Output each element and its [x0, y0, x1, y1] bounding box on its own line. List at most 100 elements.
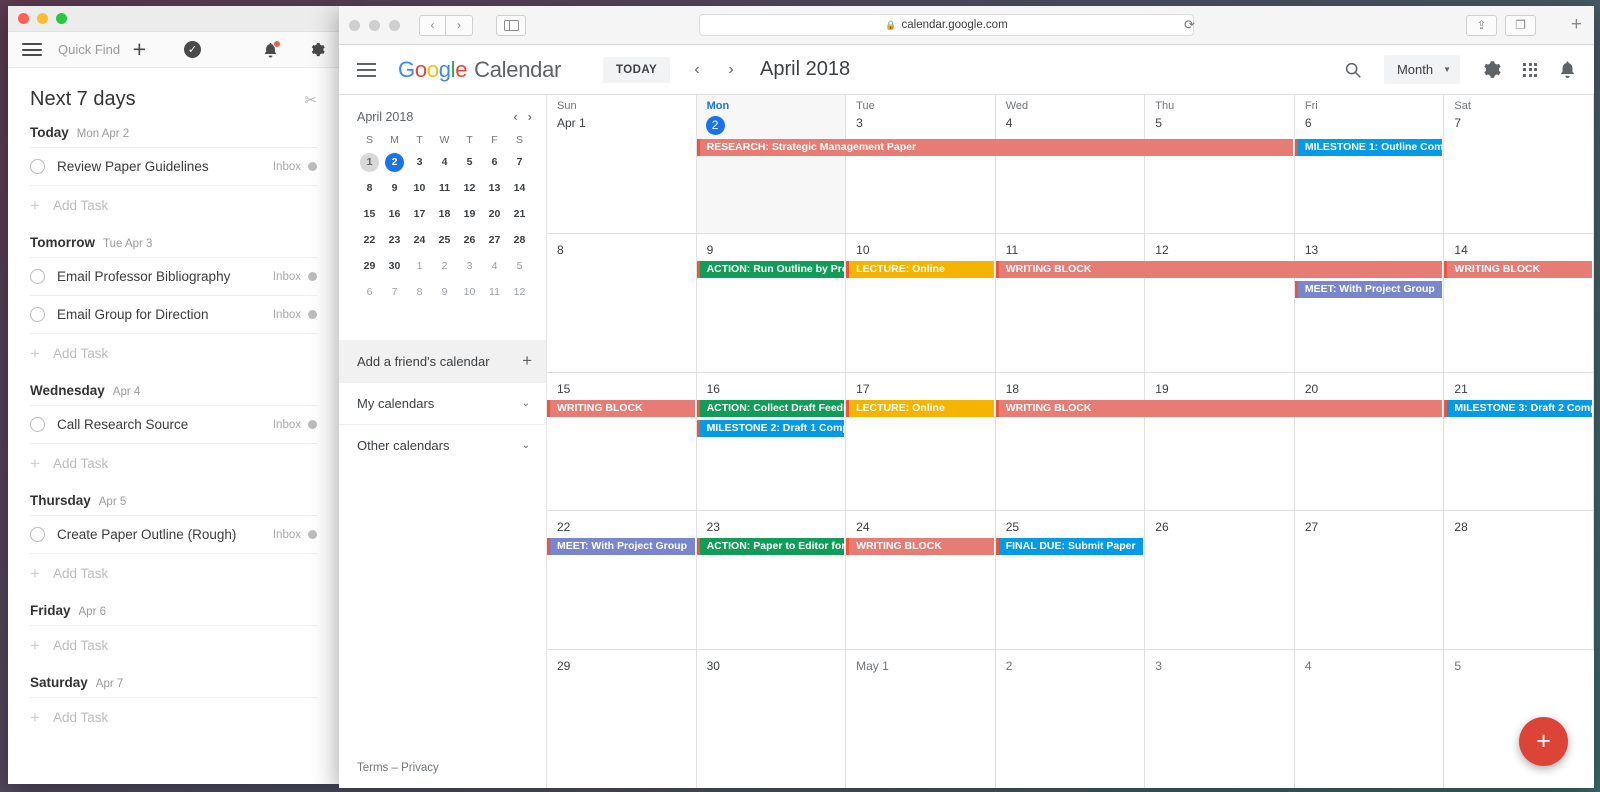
mini-calendar-day[interactable]: 6: [485, 153, 504, 172]
calendar-day-cell[interactable]: 16: [697, 372, 847, 511]
plus-icon[interactable]: +: [522, 351, 532, 371]
calendar-day-cell[interactable]: 27: [1295, 511, 1445, 650]
calendar-day-cell[interactable]: 4: [1295, 650, 1445, 788]
mini-calendar-day[interactable]: 28: [510, 231, 529, 250]
calendar-day-number[interactable]: 24: [846, 520, 869, 534]
add-task-button[interactable]: + Add Task: [30, 553, 317, 593]
chevron-down-icon[interactable]: ⌄: [522, 440, 530, 451]
hamburger-icon[interactable]: [357, 59, 376, 81]
mini-calendar-day[interactable]: 3: [410, 153, 429, 172]
calendar-day-number[interactable]: 12: [1145, 243, 1168, 257]
task-complete-checkbox[interactable]: [30, 417, 45, 432]
mini-calendar-prev-button[interactable]: ‹: [513, 109, 517, 124]
calendar-day-cell[interactable]: 11: [996, 233, 1146, 372]
calendar-day-number[interactable]: 8: [547, 243, 564, 257]
chevron-down-icon[interactable]: ⌄: [522, 398, 530, 409]
mini-calendar-day[interactable]: 5: [510, 257, 529, 276]
calendar-day-number[interactable]: May 1: [846, 659, 889, 673]
calendar-day-cell[interactable]: Fri 6: [1295, 95, 1445, 233]
calendar-event[interactable]: MEET: With Project Group: [1294, 280, 1443, 298]
task-row[interactable]: Review Paper Guidelines Inbox: [30, 147, 317, 185]
window-maximize-button[interactable]: [56, 13, 67, 24]
calendar-day-cell[interactable]: Wed 4: [996, 95, 1146, 233]
mini-calendar-day[interactable]: 27: [485, 231, 504, 250]
calendar-day-cell[interactable]: 24: [846, 511, 996, 650]
tools-icon[interactable]: ✂: [304, 91, 317, 109]
calendar-day-cell[interactable]: 8: [547, 233, 697, 372]
calendar-day-number[interactable]: 25: [996, 520, 1019, 534]
search-icon[interactable]: [1344, 61, 1362, 79]
mini-calendar-day[interactable]: 10: [460, 283, 479, 302]
mini-calendar-day[interactable]: 12: [510, 283, 529, 302]
calendar-event[interactable]: WRITING BLOCK: [846, 538, 994, 556]
calendar-day-cell[interactable]: 19: [1145, 372, 1295, 511]
calendar-event[interactable]: ACTION: Collect Draft Feedback: [696, 399, 845, 417]
calendar-day-number[interactable]: 28: [1444, 520, 1467, 534]
calendar-day-cell[interactable]: 26: [1145, 511, 1295, 650]
calendar-day-cell[interactable]: 3: [1145, 650, 1295, 788]
calendar-day-cell[interactable]: 2: [996, 650, 1146, 788]
calendar-event[interactable]: WRITING BLOCK: [995, 260, 1443, 278]
mini-calendar-day[interactable]: 1: [360, 153, 379, 172]
calendar-day-number[interactable]: 7: [1444, 116, 1461, 130]
calendar-day-number[interactable]: 30: [697, 659, 720, 673]
calendar-day-number[interactable]: 3: [1145, 659, 1162, 673]
calendar-day-number[interactable]: 26: [1145, 520, 1168, 534]
calendar-day-number[interactable]: 22: [547, 520, 570, 534]
mini-calendar-day[interactable]: 10: [410, 179, 429, 198]
task-row[interactable]: Email Professor Bibliography Inbox: [30, 257, 317, 295]
calendar-day-cell[interactable]: 14: [1444, 233, 1594, 372]
calendar-day-number[interactable]: 13: [1295, 243, 1318, 257]
mini-calendar-day[interactable]: 2: [435, 257, 454, 276]
create-event-button[interactable]: +: [1519, 717, 1568, 766]
show-tabs-icon[interactable]: ❐: [1505, 14, 1536, 36]
task-row[interactable]: Call Research Source Inbox: [30, 405, 317, 443]
mini-calendar-day[interactable]: 16: [385, 205, 404, 224]
mini-calendar-day[interactable]: 11: [485, 283, 504, 302]
calendar-event[interactable]: FINAL DUE: Submit Paper: [995, 538, 1144, 556]
mini-calendar-day[interactable]: 9: [435, 283, 454, 302]
mini-calendar-day[interactable]: 20: [485, 205, 504, 224]
share-icon[interactable]: ⇪: [1466, 14, 1497, 36]
calendar-day-cell[interactable]: 30: [697, 650, 847, 788]
calendar-day-number[interactable]: 2: [705, 116, 725, 135]
task-complete-checkbox[interactable]: [30, 269, 45, 284]
calendar-day-number[interactable]: 15: [547, 382, 570, 396]
calendar-day-number[interactable]: 9: [697, 243, 714, 257]
plus-icon[interactable]: +: [133, 38, 146, 61]
browser-maximize-button[interactable]: [389, 19, 400, 31]
mini-calendar-day[interactable]: 5: [460, 153, 479, 172]
bell-icon[interactable]: [1559, 61, 1576, 78]
calendar-event[interactable]: MEET: With Project Group: [547, 538, 695, 556]
calendar-day-number[interactable]: 23: [697, 520, 720, 534]
my-calendars-section[interactable]: My calendars ⌄: [339, 382, 546, 424]
task-complete-checkbox[interactable]: [30, 307, 45, 322]
mini-calendar-day[interactable]: 13: [485, 179, 504, 198]
calendar-event[interactable]: LECTURE: Online: [846, 399, 994, 417]
task-row[interactable]: Create Paper Outline (Rough) Inbox: [30, 515, 317, 553]
calendar-day-cell[interactable]: Thu 5: [1145, 95, 1295, 233]
calendar-day-cell[interactable]: 25: [996, 511, 1146, 650]
calendar-day-cell[interactable]: 12: [1145, 233, 1295, 372]
calendar-day-cell[interactable]: 21: [1444, 372, 1594, 511]
task-complete-checkbox[interactable]: [30, 527, 45, 542]
mini-calendar-day[interactable]: 14: [510, 179, 529, 198]
window-minimize-button[interactable]: [37, 13, 48, 24]
calendar-event[interactable]: ACTION: Run Outline by Professor: [696, 260, 845, 278]
mini-calendar-day[interactable]: 2: [385, 153, 404, 172]
add-task-button[interactable]: + Add Task: [30, 697, 317, 737]
bell-icon[interactable]: [263, 39, 281, 58]
quick-find-input[interactable]: Quick Find: [58, 42, 120, 57]
calendar-day-number[interactable]: 2: [996, 659, 1013, 673]
calendar-day-number[interactable]: 16: [697, 382, 720, 396]
calendar-day-number[interactable]: 5: [1444, 659, 1461, 673]
calendar-day-number[interactable]: 11: [996, 243, 1018, 257]
calendar-day-number[interactable]: 17: [846, 382, 869, 396]
calendar-day-number[interactable]: 4: [996, 116, 1013, 130]
calendar-day-cell[interactable]: 15: [547, 372, 697, 511]
calendar-day-cell[interactable]: Mon 2: [696, 95, 847, 233]
mini-calendar-day[interactable]: 4: [435, 153, 454, 172]
calendar-day-number[interactable]: 5: [1145, 116, 1162, 130]
calendar-event[interactable]: LECTURE: Online: [846, 260, 994, 278]
mini-calendar-day[interactable]: 23: [385, 231, 404, 250]
